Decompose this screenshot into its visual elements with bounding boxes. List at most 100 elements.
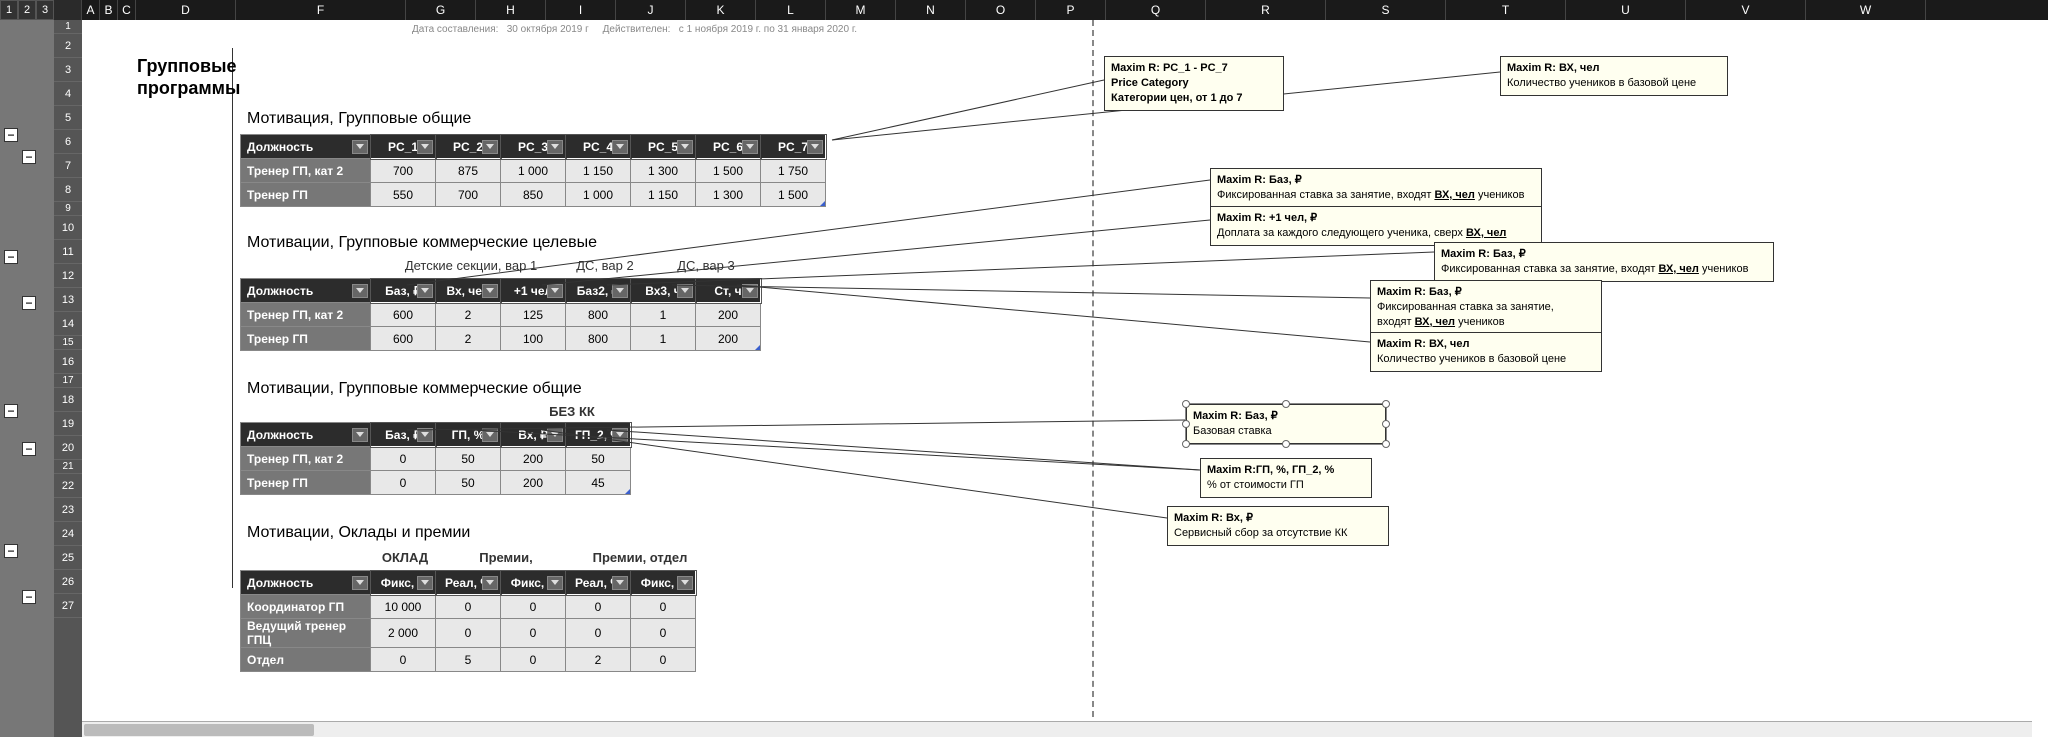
filter-dropdown-icon[interactable] [547, 576, 563, 590]
selection-handle-ne[interactable] [1382, 400, 1390, 408]
cell-value[interactable]: 0 [501, 595, 566, 619]
cell-value[interactable]: 1 300 [631, 159, 696, 183]
header-col-1[interactable]: PC_2 [436, 135, 501, 159]
cell-value[interactable]: 0 [501, 619, 566, 648]
cell-value[interactable]: 0 [371, 648, 436, 672]
cell-value[interactable]: 1 300 [696, 183, 761, 207]
header-col-3[interactable]: PC_4 [566, 135, 631, 159]
header-col-2[interactable]: Вх, ₽ [501, 423, 566, 447]
cell-value[interactable]: 0 [631, 619, 696, 648]
row-header-24[interactable]: 24 [54, 522, 82, 546]
header-col-1[interactable]: Реал, % [436, 571, 501, 595]
filter-dropdown-icon[interactable] [482, 428, 498, 442]
col-header-G[interactable]: G [406, 0, 476, 20]
col-header-L[interactable]: L [756, 0, 826, 20]
outline-collapse-group-1a[interactable]: − [22, 150, 36, 164]
header-col-2[interactable]: PC_3 [501, 135, 566, 159]
row-header-1[interactable]: 1 [54, 20, 82, 34]
header-col-4[interactable]: Вх3, ч [631, 279, 696, 303]
filter-dropdown-icon[interactable] [482, 140, 498, 154]
row-header-23[interactable]: 23 [54, 498, 82, 522]
col-header-Q[interactable]: Q [1106, 0, 1206, 20]
row-header-21[interactable]: 21 [54, 460, 82, 474]
outline-collapse-group-3[interactable]: − [4, 404, 18, 418]
header-position[interactable]: Должность [241, 571, 371, 595]
header-col-4[interactable]: Фикс, ₽ [631, 571, 696, 595]
col-header-O[interactable]: O [966, 0, 1036, 20]
horizontal-scrollbar[interactable] [82, 721, 2032, 737]
col-header-P[interactable]: P [1036, 0, 1106, 20]
cell-value[interactable]: 2 [436, 303, 501, 327]
cell-value[interactable]: 200 [696, 303, 761, 327]
outline-collapse-group-4a[interactable]: − [22, 590, 36, 604]
col-header-K[interactable]: K [686, 0, 756, 20]
row-header-22[interactable]: 22 [54, 474, 82, 498]
comment-baz3[interactable]: Maxim R: Баз, ₽ Фиксированная ставка за … [1370, 280, 1602, 335]
cell-value[interactable]: 1 750 [761, 159, 826, 183]
cell-value[interactable]: 1 150 [631, 183, 696, 207]
filter-dropdown-icon[interactable] [417, 140, 433, 154]
filter-dropdown-icon[interactable] [547, 428, 563, 442]
filter-dropdown-icon[interactable] [612, 428, 628, 442]
row-header-15[interactable]: 15 [54, 336, 82, 350]
header-col-1[interactable]: Вх, чел [436, 279, 501, 303]
cell-value[interactable]: 0 [436, 619, 501, 648]
filter-dropdown-icon[interactable] [677, 284, 693, 298]
cell-value[interactable]: 1 500 [696, 159, 761, 183]
row-header-5[interactable]: 5 [54, 106, 82, 130]
cell-value[interactable]: 1 150 [566, 159, 631, 183]
cell-value[interactable]: 2 [566, 648, 631, 672]
outline-collapse-group-4[interactable]: − [4, 544, 18, 558]
col-header-J[interactable]: J [616, 0, 686, 20]
col-header-F[interactable]: F [236, 0, 406, 20]
selection-handle-n[interactable] [1282, 400, 1290, 408]
outline-level-3[interactable]: 3 [36, 0, 54, 20]
header-col-2[interactable]: +1 чел [501, 279, 566, 303]
col-header-S[interactable]: S [1326, 0, 1446, 20]
comment-pc[interactable]: Maxim R: PC_1 - PC_7 Price Category Кате… [1104, 56, 1284, 111]
selection-handle-s[interactable] [1282, 440, 1290, 448]
comment-vh2[interactable]: Maxim R: ВХ, чел Количество учеников в б… [1370, 332, 1602, 372]
header-position[interactable]: Должность [241, 423, 371, 447]
comment-vh-fee[interactable]: Maxim R: Вх, ₽ Сервисный сбор за отсутст… [1167, 506, 1389, 546]
cell-value[interactable]: 50 [436, 471, 501, 495]
row-header-27[interactable]: 27 [54, 594, 82, 618]
filter-dropdown-icon[interactable] [547, 140, 563, 154]
cell-value[interactable]: 0 [371, 471, 436, 495]
selection-handle-se[interactable] [1382, 440, 1390, 448]
col-header-B[interactable]: B [100, 0, 118, 20]
row-header-6[interactable]: 6 [54, 130, 82, 154]
filter-dropdown-icon[interactable] [677, 140, 693, 154]
filter-dropdown-icon[interactable] [417, 428, 433, 442]
header-col-6[interactable]: PC_7 [761, 135, 826, 159]
row-header-12[interactable]: 12 [54, 264, 82, 288]
cell-value[interactable]: 100 [501, 327, 566, 351]
cell-value[interactable]: 1 500 [761, 183, 826, 207]
header-col-3[interactable]: Реал, % [566, 571, 631, 595]
row-header-18[interactable]: 18 [54, 388, 82, 412]
col-header-I[interactable]: I [546, 0, 616, 20]
col-header-C[interactable]: C [118, 0, 136, 20]
header-col-3[interactable]: Баз2, ₽ [566, 279, 631, 303]
col-header-R[interactable]: R [1206, 0, 1326, 20]
filter-dropdown-icon[interactable] [352, 428, 368, 442]
cell-value[interactable]: 10 000 [371, 595, 436, 619]
col-header-V[interactable]: V [1686, 0, 1806, 20]
selection-handle-e[interactable] [1382, 420, 1390, 428]
cell-value[interactable]: 700 [436, 183, 501, 207]
filter-dropdown-icon[interactable] [352, 284, 368, 298]
cell-value[interactable]: 0 [501, 648, 566, 672]
filter-dropdown-icon[interactable] [417, 284, 433, 298]
cell-value[interactable]: 600 [371, 327, 436, 351]
select-all-corner[interactable] [54, 0, 82, 20]
filter-dropdown-icon[interactable] [352, 140, 368, 154]
row-header-2[interactable]: 2 [54, 34, 82, 58]
cell-value[interactable]: 200 [696, 327, 761, 351]
filter-dropdown-icon[interactable] [807, 140, 823, 154]
header-col-0[interactable]: PC_1 [371, 135, 436, 159]
col-header-W[interactable]: W [1806, 0, 1926, 20]
cell-value[interactable]: 125 [501, 303, 566, 327]
row-header-13[interactable]: 13 [54, 288, 82, 312]
filter-dropdown-icon[interactable] [417, 576, 433, 590]
row-header-16[interactable]: 16 [54, 350, 82, 374]
